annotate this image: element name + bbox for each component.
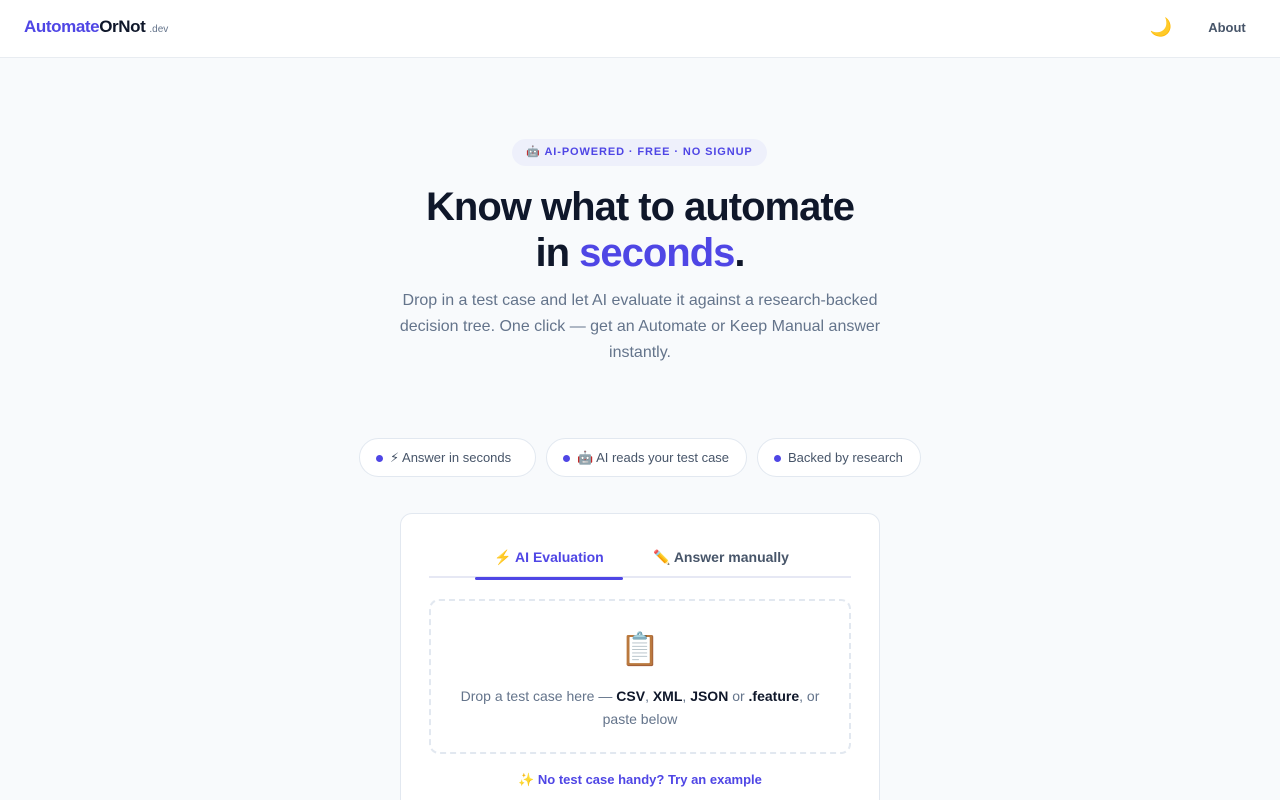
evaluation-tabs: ⚡ AI Evaluation ✏️ Answer manually (429, 536, 851, 580)
feature-chip-research: Backed by research (757, 438, 921, 477)
logo-part-ornot: OrNot (99, 17, 146, 36)
hero-title: Know what to automate in seconds. (340, 184, 940, 276)
site-logo[interactable]: AutomateOrNot .dev (24, 17, 168, 37)
dropzone-text-prefix: Drop a test case here — (460, 688, 617, 704)
chip-dot (376, 455, 383, 462)
feature-chip-ai: 🤖 AI reads your test case (546, 438, 747, 477)
nav-about-link[interactable]: About (1196, 14, 1258, 42)
try-example-link[interactable]: ✨ No test case handy? Try an example (401, 772, 879, 788)
site-header: AutomateOrNot .dev 🌙 About (0, 0, 1280, 58)
logo-suffix: .dev (149, 24, 169, 35)
moon-icon: 🌙 (1149, 17, 1173, 38)
chip-label: ⚡ Answer in seconds (390, 450, 512, 465)
format-feature: .feature (748, 688, 800, 704)
test-case-dropzone[interactable]: 📋 Drop a test case here — CSV, XML, JSON… (429, 599, 851, 754)
format-json: JSON (690, 688, 729, 704)
dropzone-instructions: Drop a test case here — CSV, XML, JSON o… (451, 685, 829, 731)
chip-dot (563, 455, 570, 462)
format-xml: XML (652, 688, 683, 704)
hero-title-prefix: in (535, 231, 580, 275)
feature-chip-speed: ⚡ Answer in seconds (359, 438, 536, 477)
hero-badge: 🤖 AI-POWERED · FREE · NO SIGNUP (512, 139, 767, 166)
logo-part-automate: Automate (24, 17, 100, 36)
chip-dot (774, 455, 781, 462)
dropzone-sep: or (728, 688, 749, 704)
theme-toggle-button[interactable]: 🌙 (1147, 14, 1175, 42)
hero-title-period: . (734, 231, 745, 275)
hero-title-line1: Know what to automate (426, 185, 855, 229)
clipboard-icon: 📋 (620, 630, 660, 668)
chip-label: Backed by research (788, 450, 903, 465)
dropzone-sep: , (645, 688, 653, 704)
evaluation-card: ⚡ AI Evaluation ✏️ Answer manually 📋 Dro… (400, 513, 880, 800)
chip-label: 🤖 AI reads your test case (577, 450, 730, 465)
tab-ai-evaluation[interactable]: ⚡ AI Evaluation (475, 536, 623, 580)
hero-title-accent: seconds (579, 231, 735, 275)
tab-answer-manually[interactable]: ✏️ Answer manually (637, 536, 805, 578)
format-csv: CSV (616, 688, 646, 704)
hero-subtitle: Drop in a test case and let AI evaluate … (399, 292, 881, 361)
